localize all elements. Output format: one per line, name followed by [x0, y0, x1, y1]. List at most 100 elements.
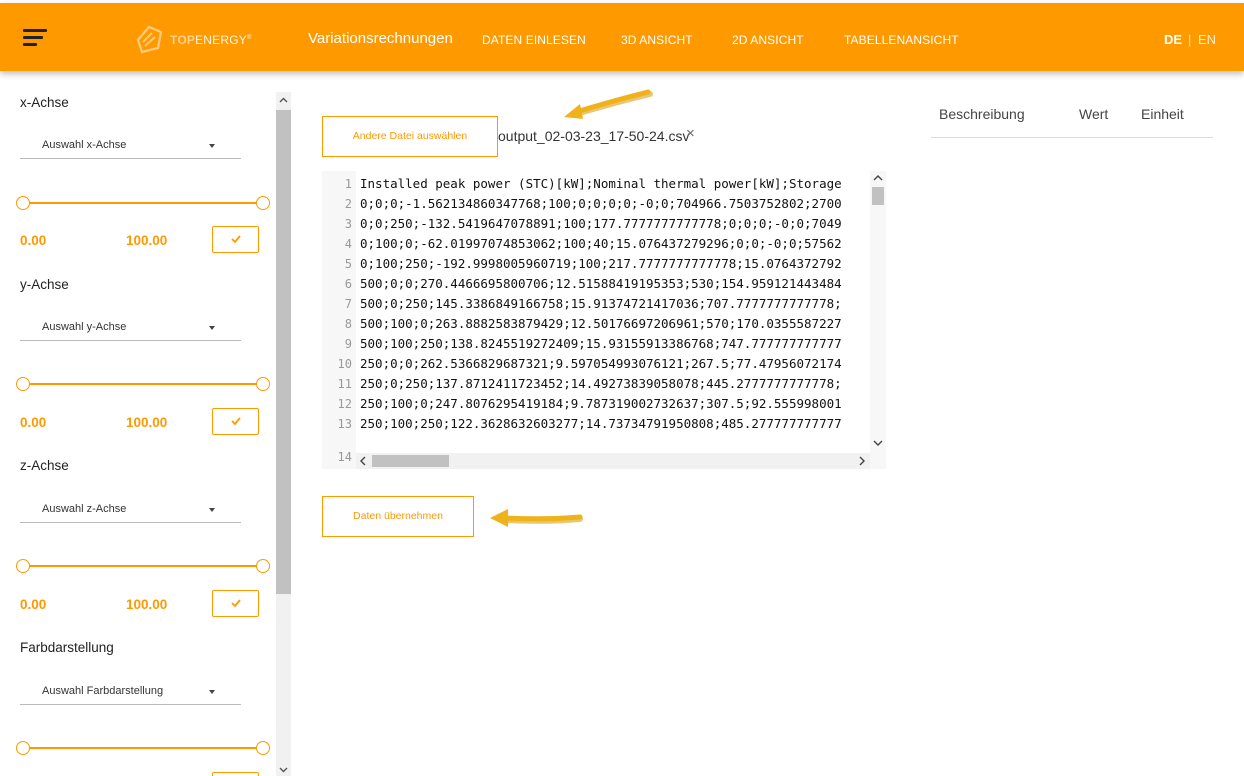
color-apply-button[interactable]: [212, 772, 259, 776]
check-icon: [231, 417, 241, 425]
slider-track: [22, 202, 264, 204]
app-title: Variationsrechnungen: [308, 30, 453, 47]
column-header-unit[interactable]: Einheit: [1141, 106, 1184, 122]
code-line: 0;0;250;-132.5419647078891;100;177.77777…: [360, 216, 842, 231]
code-line: 0;100;250;-192.9998005960719;100;217.777…: [360, 256, 842, 271]
topenergy-logo: TOPENERGY®: [132, 22, 262, 56]
column-header-description[interactable]: Beschreibung: [939, 106, 1025, 122]
x-axis-label: x-Achse: [20, 95, 69, 110]
line-number: 4: [344, 237, 352, 251]
slider-max-handle[interactable]: [256, 196, 270, 210]
code-line: 250;100;0;247.8076295419184;9.7873190027…: [360, 396, 842, 411]
color-mapping-label: Farbdarstellung: [20, 640, 114, 655]
line-number: 3: [344, 217, 352, 231]
slider-max-handle[interactable]: [256, 377, 270, 391]
line-number: 1: [344, 177, 352, 191]
sidebar: x-Achse Auswahl x-Achse 0.00 100.00 y-Ac…: [0, 71, 292, 776]
slider-min-handle[interactable]: [16, 377, 30, 391]
chevron-down-icon: [209, 690, 215, 694]
chevron-down-icon: [209, 326, 215, 330]
y-axis-min-value: 0.00: [20, 415, 47, 430]
line-number: 13: [337, 417, 352, 431]
csv-code-editor[interactable]: 1 2 3 4 5 6 7 8 9 10 11 12 13 14 Install…: [322, 171, 886, 469]
parameter-table-header: Beschreibung Wert Einheit: [931, 98, 1213, 138]
slider-track: [22, 747, 264, 749]
logo-text: TOPENERGY®: [170, 33, 252, 47]
lang-separator: |: [1188, 32, 1192, 47]
remove-file-icon[interactable]: ×: [686, 125, 695, 142]
code-line: 500;100;250;138.8245519272409;15.9315591…: [360, 336, 842, 351]
color-range-slider[interactable]: [16, 741, 270, 755]
color-mapping-select[interactable]: Auswahl Farbdarstellung: [20, 677, 241, 705]
z-axis-label: z-Achse: [20, 458, 69, 473]
slider-min-handle[interactable]: [16, 196, 30, 210]
editor-vscroll-thumb[interactable]: [872, 187, 884, 205]
annotation-arrow-icon: [490, 509, 583, 527]
x-axis-min-value: 0.00: [20, 233, 47, 248]
column-header-value[interactable]: Wert: [1079, 106, 1108, 122]
scroll-right-icon[interactable]: [858, 456, 866, 466]
slider-max-handle[interactable]: [256, 741, 270, 755]
line-number: 8: [344, 317, 352, 331]
nav-3d-ansicht[interactable]: 3D ANSICHT: [621, 33, 693, 47]
y-axis-select[interactable]: Auswahl y-Achse: [20, 313, 241, 341]
menu-icon[interactable]: [23, 29, 47, 47]
slider-max-handle[interactable]: [256, 559, 270, 573]
check-icon: [231, 235, 241, 243]
code-line: 500;100;0;263.8882583879429;12.501766972…: [360, 316, 842, 331]
line-number: 11: [337, 377, 352, 391]
lang-de[interactable]: DE: [1164, 32, 1182, 47]
z-axis-select[interactable]: Auswahl z-Achse: [20, 495, 241, 523]
code-line: 0;100;0;-62.01997074853062;100;40;15.076…: [360, 236, 842, 251]
selected-filename: output_02-03-23_17-50-24.csv: [498, 128, 690, 144]
sidebar-scrollbar[interactable]: [276, 92, 291, 776]
check-icon: [231, 599, 241, 607]
annotation-arrow-icon: [564, 89, 653, 119]
editor-vertical-scrollbar[interactable]: [870, 171, 886, 453]
line-number: 6: [344, 277, 352, 291]
x-axis-select-value: Auswahl x-Achse: [42, 139, 127, 151]
code-line: 250;100;250;122.3628632603277;14.7373479…: [360, 416, 842, 431]
scroll-up-icon[interactable]: [873, 174, 883, 182]
z-axis-select-value: Auswahl z-Achse: [42, 503, 127, 515]
code-line: 0;0;0;-1.562134860347768;100;0;0;0;0;-0;…: [360, 196, 842, 211]
x-axis-select[interactable]: Auswahl x-Achse: [20, 131, 241, 159]
lang-en[interactable]: EN: [1198, 32, 1216, 47]
code-line: 500;0;250;145.3386849166758;15.913747214…: [360, 296, 842, 311]
nav-daten-einlesen[interactable]: DATEN EINLESEN: [482, 33, 586, 47]
code-line: Installed peak power (STC)[kW];Nominal t…: [360, 176, 842, 191]
code-text-area[interactable]: Installed peak power (STC)[kW];Nominal t…: [356, 171, 870, 453]
slider-min-handle[interactable]: [16, 741, 30, 755]
choose-other-file-button[interactable]: Andere Datei auswählen: [322, 116, 498, 157]
nav-2d-ansicht[interactable]: 2D ANSICHT: [732, 33, 804, 47]
line-number: 10: [337, 357, 352, 371]
y-axis-select-value: Auswahl y-Achse: [42, 321, 127, 333]
x-axis-range-slider[interactable]: [16, 196, 270, 210]
line-number: 2: [344, 197, 352, 211]
scroll-left-icon[interactable]: [359, 456, 367, 466]
scroll-down-icon[interactable]: [279, 765, 288, 774]
line-number: 14: [337, 450, 352, 464]
slider-track: [22, 383, 264, 385]
sidebar-scroll-thumb[interactable]: [276, 110, 291, 594]
color-mapping-select-value: Auswahl Farbdarstellung: [42, 685, 164, 697]
line-number: 9: [344, 337, 352, 351]
x-axis-max-value: 100.00: [126, 233, 168, 248]
y-axis-apply-button[interactable]: [212, 408, 259, 435]
code-line: 500;0;0;270.4466695800706;12.51588419195…: [360, 276, 842, 291]
editor-horizontal-scrollbar[interactable]: [356, 453, 870, 469]
nav-tabellenansicht[interactable]: TABELLENANSICHT: [844, 33, 959, 47]
y-axis-range-slider[interactable]: [16, 377, 270, 391]
apply-data-button[interactable]: Daten übernehmen: [322, 496, 474, 537]
y-axis-max-value: 100.00: [126, 415, 168, 430]
editor-hscroll-thumb[interactable]: [372, 455, 449, 467]
slider-min-handle[interactable]: [16, 559, 30, 573]
z-axis-max-value: 100.00: [126, 597, 168, 612]
scroll-up-icon[interactable]: [279, 96, 288, 105]
z-axis-range-slider[interactable]: [16, 559, 270, 573]
scroll-down-icon[interactable]: [873, 439, 883, 447]
line-number: 5: [344, 257, 352, 271]
z-axis-min-value: 0.00: [20, 597, 47, 612]
z-axis-apply-button[interactable]: [212, 590, 259, 617]
x-axis-apply-button[interactable]: [212, 226, 259, 253]
